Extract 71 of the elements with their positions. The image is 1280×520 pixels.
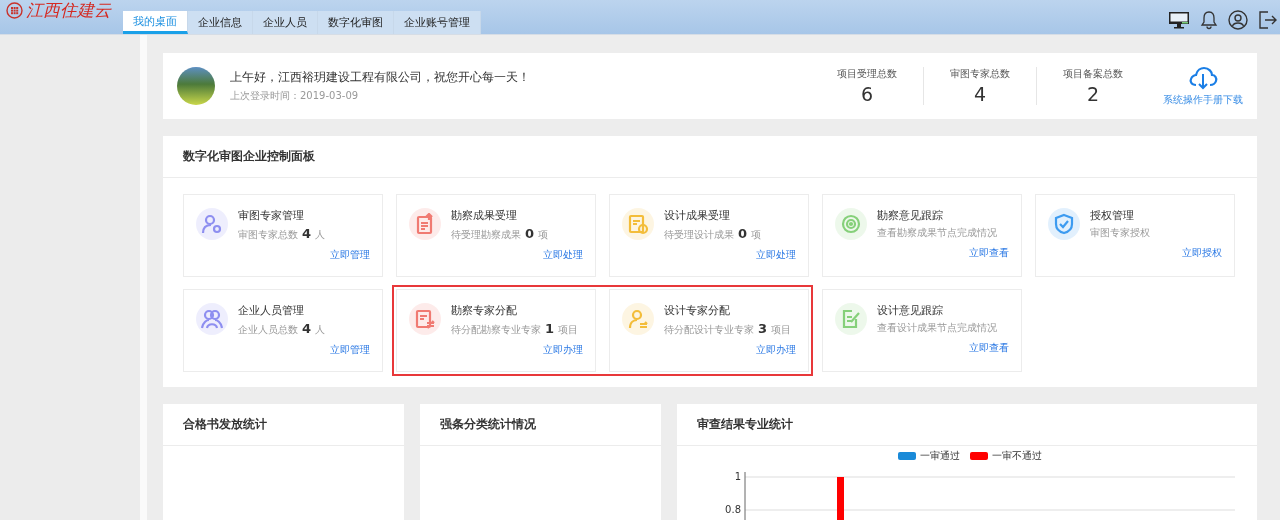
logo-text: 江西住建云 xyxy=(26,0,111,22)
panel-title: 数字化审图企业控制面板 xyxy=(163,136,1257,178)
card-subtitle: 查看勘察成果节点完成情况 xyxy=(877,226,997,240)
card-title: 勘察意见跟踪 xyxy=(877,208,944,223)
card-action-link[interactable]: 立即办理 xyxy=(543,343,583,357)
stat-value: 2 xyxy=(1086,83,1100,105)
y-tick-label: 1 xyxy=(734,471,741,482)
card-unit: 项目 xyxy=(771,323,792,337)
stat-value: 6 xyxy=(860,83,874,105)
card-count: 0 xyxy=(738,226,748,241)
stat-value: 4 xyxy=(973,83,987,105)
card-title: 设计成果受理 xyxy=(664,208,731,223)
card-count: 1 xyxy=(545,321,555,336)
card-subtitle: 审图专家授权 xyxy=(1090,226,1150,240)
y-axis xyxy=(744,471,746,520)
card-subtitle: 企业人员总数 xyxy=(238,323,298,337)
card-unit: 项 xyxy=(751,228,762,242)
stat-label: 项目受理总数 xyxy=(837,67,897,81)
card-action-link[interactable]: 立即查看 xyxy=(969,341,1009,355)
card-unit: 人 xyxy=(315,323,326,337)
card-count: 0 xyxy=(525,226,535,241)
stat-label: 审图专家总数 xyxy=(950,67,1010,81)
panel-title: 合格书发放统计 xyxy=(163,404,404,446)
card-title: 设计意见跟踪 xyxy=(877,303,944,318)
card-action-link[interactable]: 立即处理 xyxy=(756,248,796,262)
nav-tab[interactable]: 企业信息 xyxy=(188,11,253,34)
manual-download-link[interactable]: 系统操作手册下载 xyxy=(1163,65,1243,107)
logout-icon[interactable] xyxy=(1258,10,1278,30)
card-title: 授权管理 xyxy=(1090,208,1135,223)
panel-title: 强条分类统计情况 xyxy=(420,404,661,446)
card-title: 企业人员管理 xyxy=(238,303,305,318)
card-count: 4 xyxy=(302,321,312,336)
card-subtitle: 待分配勘察专业专家 xyxy=(451,323,541,337)
greeting-text: 上午好，江西裕玥建设工程有限公司，祝您开心每一天！ xyxy=(230,69,530,85)
nav-tab[interactable]: 数字化审图 xyxy=(318,11,394,34)
card-count: 4 xyxy=(302,226,312,241)
nav-tab[interactable]: 我的桌面 xyxy=(123,11,188,34)
monitor-icon[interactable] xyxy=(1168,11,1190,29)
last-login-text: 上次登录时间：2019-03-09 xyxy=(230,88,360,103)
card-subtitle: 待受理勘察成果 xyxy=(451,228,521,242)
card-action-link[interactable]: 立即管理 xyxy=(330,248,370,262)
card-subtitle: 审图专家总数 xyxy=(238,228,298,242)
card-title: 审图专家管理 xyxy=(238,208,305,223)
card-action-link[interactable]: 立即授权 xyxy=(1182,246,1222,260)
cloud-download-icon xyxy=(1188,65,1218,91)
card-subtitle: 待分配设计专业专家 xyxy=(664,323,754,337)
bell-icon[interactable] xyxy=(1200,10,1218,30)
card-count: 3 xyxy=(758,321,768,336)
card-unit: 项目 xyxy=(558,323,579,337)
card-subtitle: 查看设计成果节点完成情况 xyxy=(877,321,997,335)
stat-label: 项目备案总数 xyxy=(1063,67,1123,81)
y-tick-label: 0.8 xyxy=(725,504,741,515)
card-subtitle: 待受理设计成果 xyxy=(664,228,734,242)
card-title: 设计专家分配 xyxy=(664,303,731,318)
card-action-link[interactable]: 立即管理 xyxy=(330,343,370,357)
nav-tab[interactable]: 企业账号管理 xyxy=(394,11,481,34)
panel-title: 审查结果专业统计 xyxy=(677,404,1257,446)
card-title: 勘察成果受理 xyxy=(451,208,518,223)
card-unit: 人 xyxy=(315,228,326,242)
legend-label: 一审不通过 xyxy=(992,449,1042,463)
user-icon[interactable] xyxy=(1228,10,1248,30)
card-action-link[interactable]: 立即查看 xyxy=(969,246,1009,260)
legend-label: 一审通过 xyxy=(920,449,960,463)
photo-placeholder xyxy=(177,67,215,105)
card-action-link[interactable]: 立即处理 xyxy=(543,248,583,262)
card-unit: 项 xyxy=(538,228,549,242)
chart-bar xyxy=(837,477,844,520)
card-title: 勘察专家分配 xyxy=(451,303,518,318)
nav-tab[interactable]: 企业人员 xyxy=(253,11,318,34)
card-action-link[interactable]: 立即办理 xyxy=(756,343,796,357)
logo-icon xyxy=(6,2,23,19)
